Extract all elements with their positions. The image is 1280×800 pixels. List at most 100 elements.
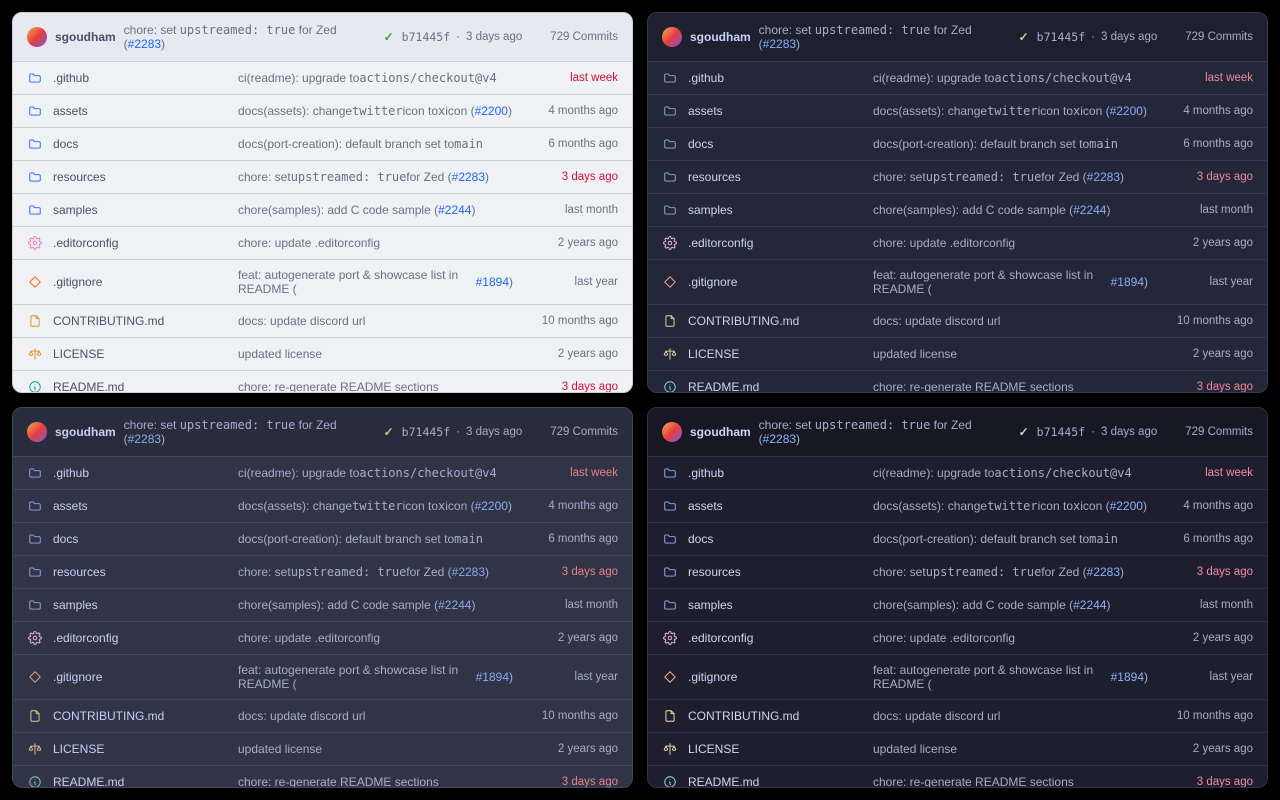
file-row[interactable]: LICENSE updated license 2 years ago bbox=[648, 338, 1267, 371]
file-row[interactable]: CONTRIBUTING.md docs: update discord url… bbox=[13, 305, 632, 338]
issue-link[interactable]: #2283 bbox=[763, 37, 796, 51]
commit-message[interactable]: ci(readme): upgrade to actions/checkout@… bbox=[873, 466, 1148, 480]
file-row[interactable]: .gitignore feat: autogenerate port & sho… bbox=[13, 655, 632, 700]
file-row[interactable]: .github ci(readme): upgrade to actions/c… bbox=[648, 62, 1267, 95]
file-row[interactable]: CONTRIBUTING.md docs: update discord url… bbox=[648, 305, 1267, 338]
file-name[interactable]: docs bbox=[53, 532, 228, 546]
commit-message[interactable]: chore: update .editorconfig bbox=[238, 236, 513, 250]
file-row[interactable]: resources chore: set upstreamed: true fo… bbox=[648, 556, 1267, 589]
file-row[interactable]: .editorconfig chore: update .editorconfi… bbox=[648, 227, 1267, 260]
commit-message[interactable]: docs(assets): change twitter icon to x i… bbox=[238, 499, 513, 513]
file-row[interactable]: LICENSE updated license 2 years ago bbox=[648, 733, 1267, 766]
file-row[interactable]: docs docs(port-creation): default branch… bbox=[648, 523, 1267, 556]
issue-link[interactable]: #2283 bbox=[128, 432, 161, 446]
issue-link[interactable]: #2283 bbox=[763, 432, 796, 446]
file-row[interactable]: .github ci(readme): upgrade to actions/c… bbox=[13, 62, 632, 95]
file-name[interactable]: .editorconfig bbox=[688, 631, 863, 645]
commit-message[interactable]: chore: update .editorconfig bbox=[873, 236, 1148, 250]
file-row[interactable]: samples chore(samples): add C code sampl… bbox=[648, 194, 1267, 227]
commit-message[interactable]: updated license bbox=[873, 347, 1148, 361]
file-row[interactable]: .gitignore feat: autogenerate port & sho… bbox=[13, 260, 632, 305]
commit-message[interactable]: feat: autogenerate port & showcase list … bbox=[873, 663, 1148, 691]
file-name[interactable]: resources bbox=[53, 170, 228, 184]
file-row[interactable]: .github ci(readme): upgrade to actions/c… bbox=[13, 457, 632, 490]
commits-count[interactable]: 729 Commits bbox=[1165, 425, 1253, 439]
commit-message[interactable]: docs(assets): change twitter icon to x i… bbox=[238, 104, 513, 118]
file-name[interactable]: .github bbox=[53, 466, 228, 480]
file-name[interactable]: README.md bbox=[53, 380, 228, 393]
file-name[interactable]: .github bbox=[688, 71, 863, 85]
commit-message[interactable]: chore: set upstreamed: true for Zed (#22… bbox=[759, 23, 1011, 51]
file-name[interactable]: README.md bbox=[688, 775, 863, 788]
file-name[interactable]: resources bbox=[53, 565, 228, 579]
commit-message[interactable]: docs(port-creation): default branch set … bbox=[873, 137, 1148, 151]
author-name[interactable]: sgoudham bbox=[55, 30, 116, 44]
commit-message[interactable]: docs: update discord url bbox=[873, 314, 1148, 328]
file-row[interactable]: README.md chore: re-generate README sect… bbox=[13, 371, 632, 393]
commit-message[interactable]: docs(assets): change twitter icon to x i… bbox=[873, 104, 1148, 118]
commits-count[interactable]: 729 Commits bbox=[1165, 30, 1253, 44]
file-name[interactable]: LICENSE bbox=[688, 347, 863, 361]
file-name[interactable]: samples bbox=[53, 203, 228, 217]
file-row[interactable]: .editorconfig chore: update .editorconfi… bbox=[13, 227, 632, 260]
commit-message[interactable]: chore: re-generate README sections bbox=[238, 775, 513, 788]
commit-message[interactable]: docs: update discord url bbox=[873, 709, 1148, 723]
file-name[interactable]: resources bbox=[688, 170, 863, 184]
commit-message[interactable]: chore: set upstreamed: true for Zed (#22… bbox=[873, 170, 1148, 184]
avatar[interactable] bbox=[27, 422, 47, 442]
file-name[interactable]: docs bbox=[53, 137, 228, 151]
file-name[interactable]: .editorconfig bbox=[688, 236, 863, 250]
avatar[interactable] bbox=[662, 422, 682, 442]
commit-message[interactable]: chore(samples): add C code sample (#2244… bbox=[238, 203, 513, 217]
commit-hash[interactable]: b71445f bbox=[402, 425, 450, 439]
commit-hash[interactable]: b71445f bbox=[1037, 30, 1085, 44]
commit-message[interactable]: chore: set upstreamed: true for Zed (#22… bbox=[238, 170, 513, 184]
file-row[interactable]: .editorconfig chore: update .editorconfi… bbox=[648, 622, 1267, 655]
commit-message[interactable]: chore(samples): add C code sample (#2244… bbox=[873, 598, 1148, 612]
commit-message[interactable]: chore: re-generate README sections bbox=[873, 380, 1148, 393]
commits-count[interactable]: 729 Commits bbox=[530, 425, 618, 439]
file-row[interactable]: docs docs(port-creation): default branch… bbox=[13, 523, 632, 556]
file-name[interactable]: .github bbox=[53, 71, 228, 85]
file-row[interactable]: resources chore: set upstreamed: true fo… bbox=[13, 556, 632, 589]
commit-message[interactable]: chore: set upstreamed: true for Zed (#22… bbox=[238, 565, 513, 579]
file-row[interactable]: assets docs(assets): change twitter icon… bbox=[13, 490, 632, 523]
commit-message[interactable]: docs(port-creation): default branch set … bbox=[238, 137, 513, 151]
file-name[interactable]: assets bbox=[53, 104, 228, 118]
commit-message[interactable]: feat: autogenerate port & showcase list … bbox=[873, 268, 1148, 296]
file-name[interactable]: .gitignore bbox=[53, 275, 228, 289]
file-name[interactable]: .editorconfig bbox=[53, 236, 228, 250]
file-row[interactable]: resources chore: set upstreamed: true fo… bbox=[13, 161, 632, 194]
author-name[interactable]: sgoudham bbox=[55, 425, 116, 439]
avatar[interactable] bbox=[662, 27, 682, 47]
commit-message[interactable]: updated license bbox=[238, 347, 513, 361]
file-row[interactable]: CONTRIBUTING.md docs: update discord url… bbox=[648, 700, 1267, 733]
file-name[interactable]: .editorconfig bbox=[53, 631, 228, 645]
commit-message[interactable]: ci(readme): upgrade to actions/checkout@… bbox=[873, 71, 1148, 85]
file-row[interactable]: .editorconfig chore: update .editorconfi… bbox=[13, 622, 632, 655]
file-row[interactable]: .gitignore feat: autogenerate port & sho… bbox=[648, 260, 1267, 305]
file-row[interactable]: samples chore(samples): add C code sampl… bbox=[13, 194, 632, 227]
file-row[interactable]: README.md chore: re-generate README sect… bbox=[648, 766, 1267, 788]
file-name[interactable]: CONTRIBUTING.md bbox=[53, 709, 228, 723]
file-name[interactable]: CONTRIBUTING.md bbox=[53, 314, 228, 328]
commit-hash[interactable]: b71445f bbox=[1037, 425, 1085, 439]
file-name[interactable]: docs bbox=[688, 532, 863, 546]
file-row[interactable]: samples chore(samples): add C code sampl… bbox=[648, 589, 1267, 622]
commit-message[interactable]: docs: update discord url bbox=[238, 314, 513, 328]
author-name[interactable]: sgoudham bbox=[690, 30, 751, 44]
file-name[interactable]: samples bbox=[688, 598, 863, 612]
file-name[interactable]: .gitignore bbox=[688, 275, 863, 289]
commit-message[interactable]: feat: autogenerate port & showcase list … bbox=[238, 268, 513, 296]
file-name[interactable]: resources bbox=[688, 565, 863, 579]
file-name[interactable]: samples bbox=[53, 598, 228, 612]
file-name[interactable]: samples bbox=[688, 203, 863, 217]
commit-message[interactable]: docs(port-creation): default branch set … bbox=[873, 532, 1148, 546]
file-row[interactable]: docs docs(port-creation): default branch… bbox=[13, 128, 632, 161]
file-name[interactable]: assets bbox=[53, 499, 228, 513]
commit-hash[interactable]: b71445f bbox=[402, 30, 450, 44]
file-name[interactable]: LICENSE bbox=[53, 347, 228, 361]
avatar[interactable] bbox=[27, 27, 47, 47]
commit-message[interactable]: feat: autogenerate port & showcase list … bbox=[238, 663, 513, 691]
file-name[interactable]: CONTRIBUTING.md bbox=[688, 709, 863, 723]
